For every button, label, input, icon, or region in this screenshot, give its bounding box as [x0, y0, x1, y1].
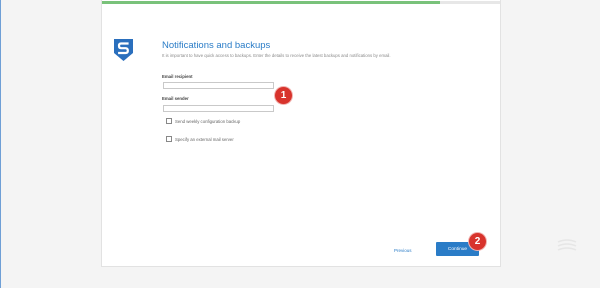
external-mail-label: Specify an external mail server [175, 136, 234, 142]
previous-link[interactable]: Previous [394, 248, 412, 253]
email-recipient-label: Email recipient [162, 74, 193, 79]
page-title: Notifications and backups [162, 40, 271, 51]
annotation-badge-1: 1 [275, 87, 292, 104]
external-mail-checkbox[interactable] [166, 136, 172, 142]
page-subtitle: It is important to have quick access to … [162, 53, 391, 58]
setup-progress-fill [102, 1, 441, 4]
external-mail-option[interactable]: Specify an external mail server [166, 136, 234, 142]
setup-wizard-panel: Notifications and backups It is importan… [101, 0, 501, 267]
email-recipient-input[interactable] [163, 82, 274, 89]
window-edge [0, 0, 1, 288]
annotation-badge-2: 2 [469, 233, 486, 250]
email-sender-label: Email sender [162, 96, 189, 101]
sophos-shield-icon [114, 39, 133, 61]
email-sender-input[interactable] [163, 105, 274, 112]
ribbon-watermark-icon [557, 239, 577, 251]
weekly-backup-checkbox[interactable] [166, 118, 172, 124]
weekly-backup-label: Send weekly configuration backup [175, 118, 241, 124]
weekly-backup-option[interactable]: Send weekly configuration backup [166, 118, 240, 124]
setup-progress-bar [102, 1, 500, 4]
